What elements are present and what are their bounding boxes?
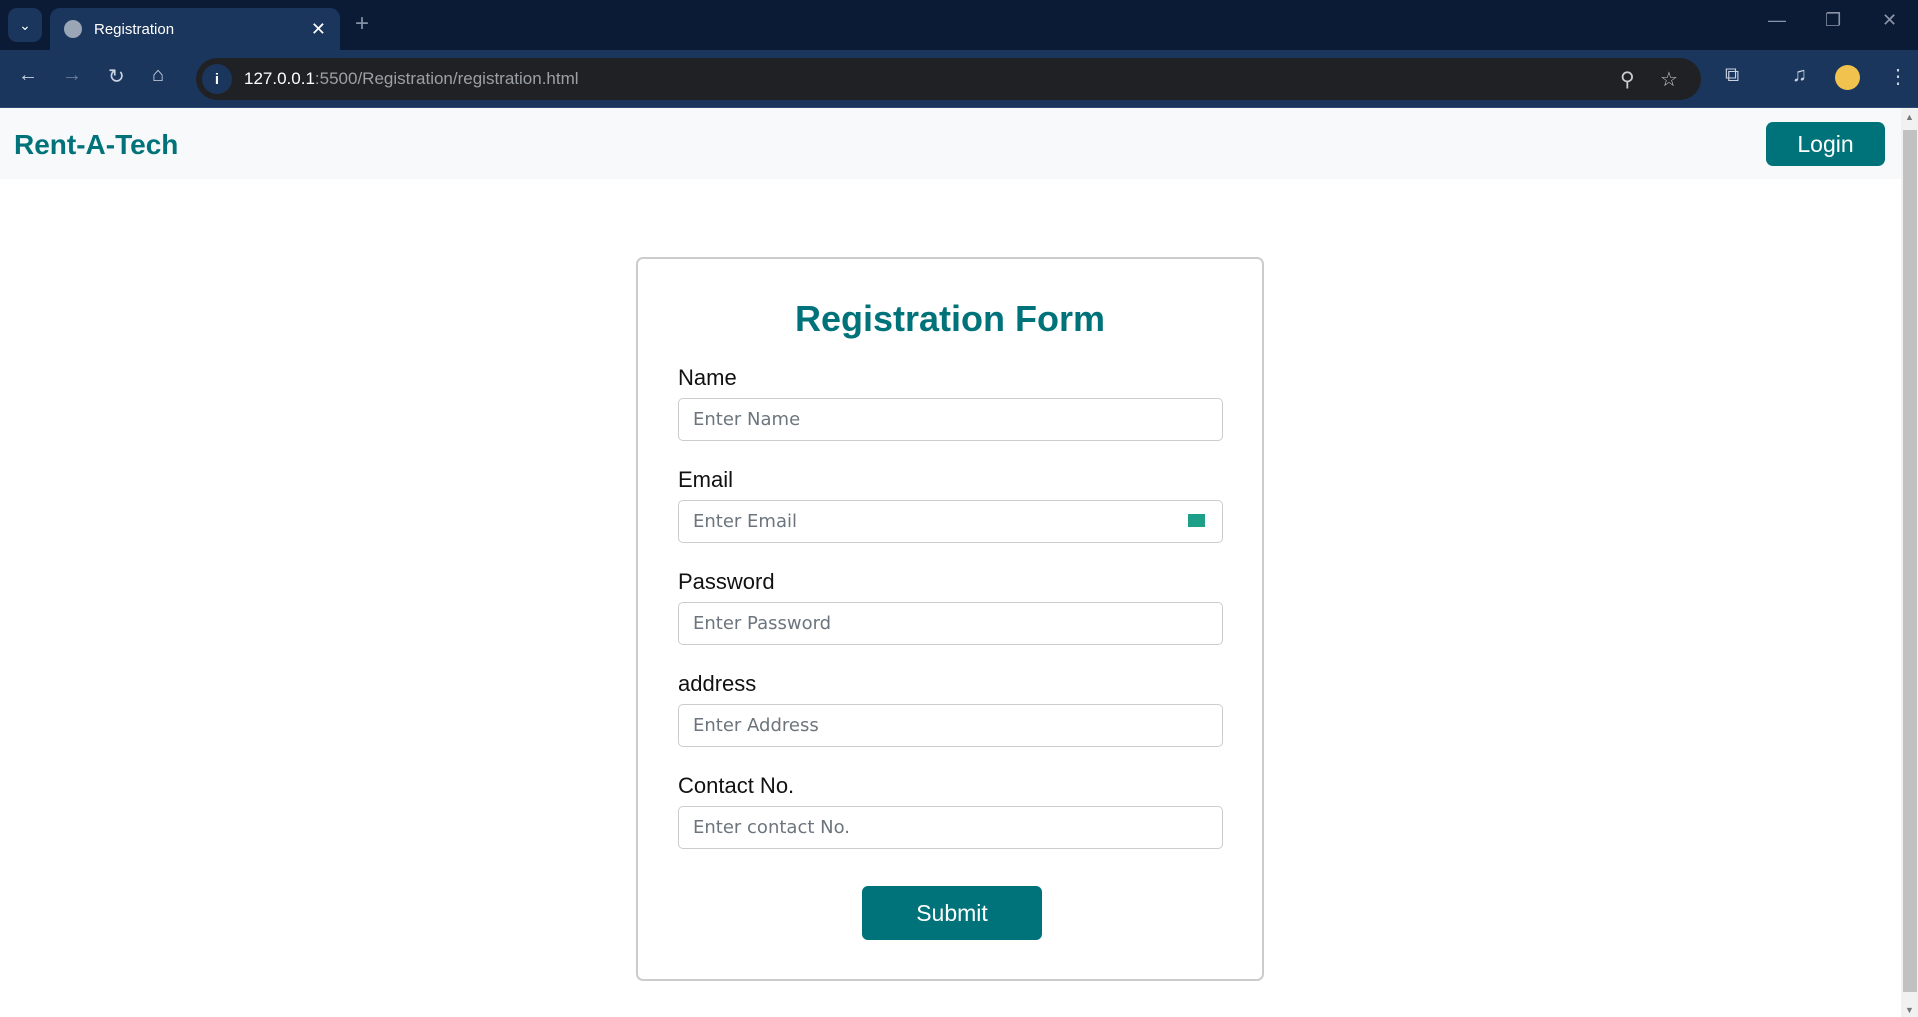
email-input[interactable] — [678, 500, 1223, 543]
contact-input[interactable] — [678, 806, 1223, 849]
tab-registration[interactable]: Registration ✕ — [50, 8, 340, 50]
tab-title: Registration — [94, 20, 175, 38]
brand-logo[interactable]: Rent-A-Tech — [14, 129, 178, 161]
scrollbar-thumb[interactable] — [1903, 130, 1917, 992]
globe-icon — [64, 20, 82, 38]
contact-field-group: Contact No. — [678, 773, 1223, 849]
media-icon[interactable]: ♫ — [1792, 64, 1807, 87]
browser-toolbar: ← → ↻ ⌂ i 127.0.0.1:5500/Registration/re… — [0, 50, 1918, 108]
restore-icon[interactable]: ❐ — [1825, 10, 1841, 31]
forward-icon[interactable]: → — [62, 64, 82, 87]
name-label: Name — [678, 365, 737, 390]
email-field-group: Email — [678, 467, 1223, 543]
password-input[interactable] — [678, 602, 1223, 645]
extensions-icon[interactable]: ⧉ — [1725, 64, 1739, 87]
login-button[interactable]: Login — [1766, 122, 1885, 166]
contact-label: Contact No. — [678, 773, 795, 798]
name-input[interactable] — [678, 398, 1223, 441]
menu-icon[interactable]: ⋮ — [1888, 64, 1908, 89]
form-title: Registration Form — [794, 298, 1106, 339]
home-icon[interactable]: ⌂ — [152, 64, 164, 87]
reload-icon[interactable]: ↻ — [108, 64, 125, 89]
tab-bar: ⌄ Registration ✕ + — ❐ ✕ — [0, 0, 1918, 50]
avatar[interactable] — [1835, 65, 1860, 90]
scroll-up-icon[interactable]: ▲ — [1905, 112, 1914, 122]
name-field-group: Name — [678, 365, 1223, 441]
back-icon[interactable]: ← — [18, 64, 38, 87]
scrollbar[interactable]: ▲ ▼ — [1901, 108, 1918, 1017]
submit-button[interactable]: Submit — [862, 886, 1042, 940]
url-text: 127.0.0.1:5500/Registration/registration… — [244, 69, 579, 88]
tab-search-button[interactable]: ⌄ — [8, 8, 42, 42]
site-header: Rent-A-Tech Login — [0, 108, 1901, 179]
address-label: address — [678, 671, 757, 696]
site-info-icon[interactable]: i — [202, 64, 232, 94]
address-bar[interactable]: i 127.0.0.1:5500/Registration/registrati… — [196, 58, 1701, 100]
bookmark-star-icon[interactable]: ☆ — [1660, 67, 1678, 92]
address-field-group: address — [678, 671, 1223, 747]
password-label: Password — [678, 569, 775, 594]
close-window-icon[interactable]: ✕ — [1882, 10, 1897, 31]
address-input[interactable] — [678, 704, 1223, 747]
close-tab-icon[interactable]: ✕ — [311, 19, 326, 40]
email-label: Email — [678, 467, 734, 492]
minimize-icon[interactable]: — — [1768, 10, 1786, 31]
registration-form: Registration Form Name Email Password ad… — [636, 257, 1264, 981]
new-tab-icon[interactable]: + — [355, 10, 369, 38]
scroll-down-icon[interactable]: ▼ — [1905, 1005, 1914, 1015]
mail-icon[interactable] — [1188, 514, 1205, 527]
zoom-icon[interactable]: ⚲ — [1620, 67, 1635, 92]
password-field-group: Password — [678, 569, 1223, 645]
